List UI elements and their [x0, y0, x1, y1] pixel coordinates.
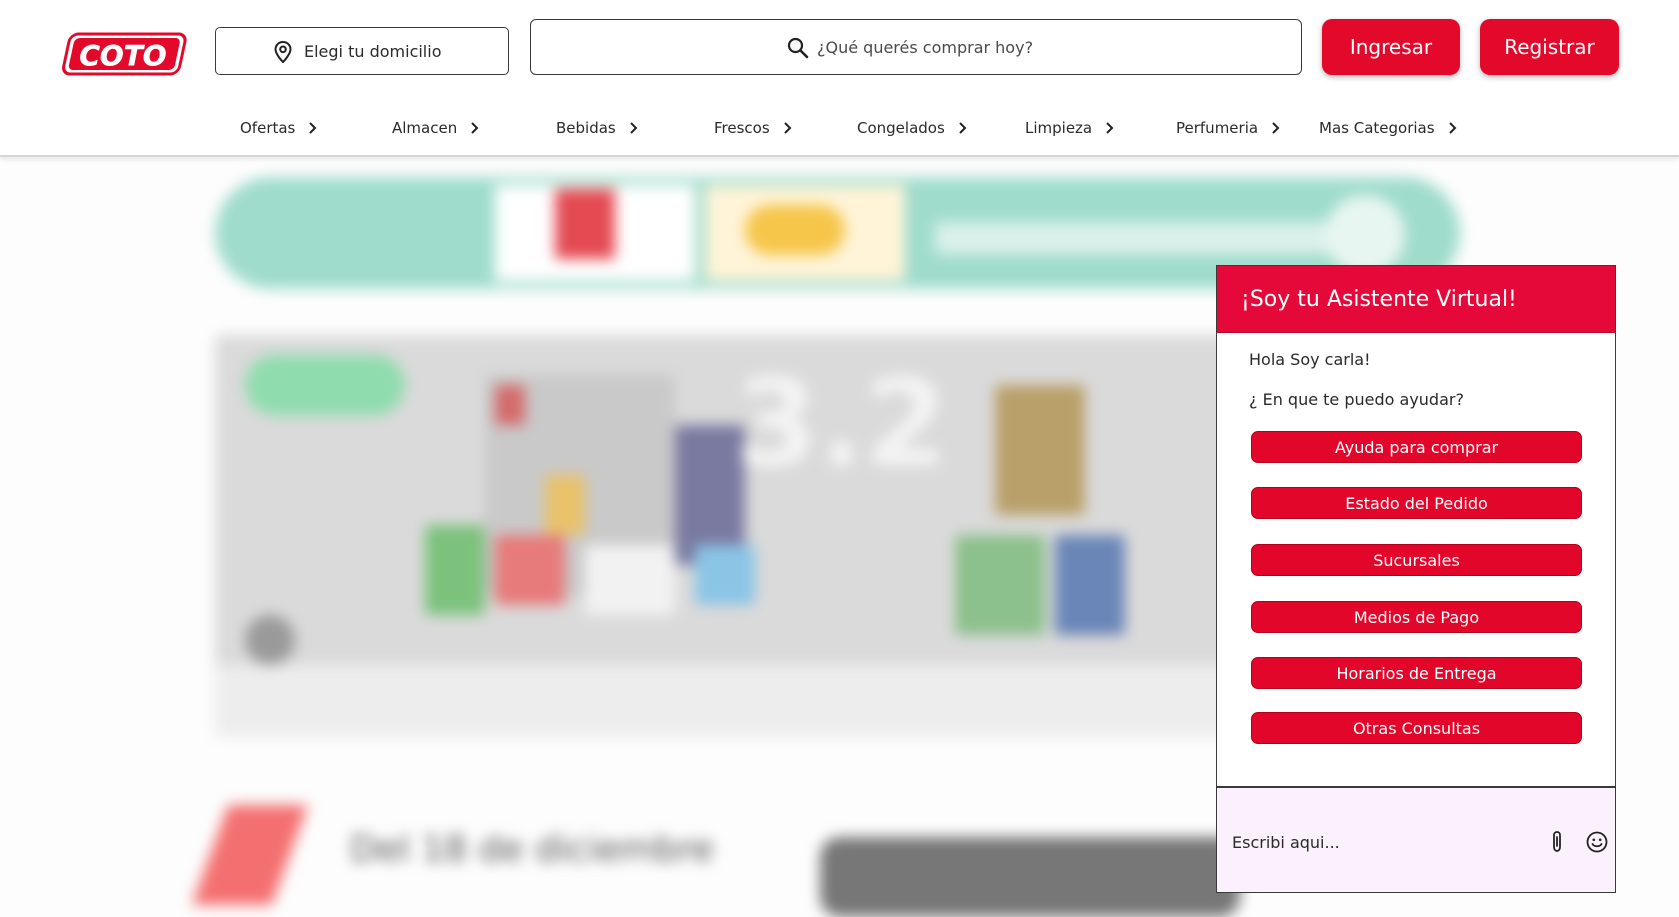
promo-arrow-icon — [1325, 195, 1405, 275]
nav-item-label: Limpieza — [1025, 119, 1093, 137]
promo-text-block — [935, 222, 1335, 254]
hero-badge — [245, 355, 405, 415]
smiley-icon[interactable] — [1586, 831, 1608, 853]
chat-input-area — [1217, 786, 1615, 892]
nav-item-mas-categorias[interactable]: Mas Categorias — [1319, 119, 1457, 137]
nav-item-frescos[interactable]: Frescos — [714, 119, 792, 137]
nav-item-congelados[interactable]: Congelados — [857, 119, 967, 137]
nav-item-label: Bebidas — [556, 119, 616, 137]
search-icon[interactable] — [787, 37, 809, 59]
virtual-assistant-chat: ¡Soy tu Asistente Virtual! Hola Soy carl… — [1216, 265, 1616, 893]
nav-item-label: Mas Categorias — [1319, 119, 1435, 137]
chevron-right-icon — [309, 122, 317, 134]
chat-header: ¡Soy tu Asistente Virtual! — [1217, 266, 1615, 333]
promo-shape — [191, 805, 309, 905]
chevron-right-icon — [630, 122, 638, 134]
chat-option-ayuda-comprar[interactable]: Ayuda para comprar — [1251, 431, 1582, 463]
category-nav: Ofertas Almacen Bebidas Frescos Congelad… — [0, 113, 1679, 149]
chevron-right-icon — [783, 122, 792, 134]
promo-image — [495, 185, 695, 281]
chat-title: ¡Soy tu Asistente Virtual! — [1241, 286, 1517, 312]
nav-item-label: Almacen — [392, 119, 458, 137]
nav-item-ofertas[interactable]: Ofertas — [240, 119, 317, 137]
nav-item-label: Congelados — [857, 119, 945, 137]
hero-carousel[interactable]: 3.2 — [215, 335, 1335, 737]
search-bar[interactable] — [530, 19, 1302, 75]
chat-option-medios-pago[interactable]: Medios de Pago — [1251, 601, 1582, 633]
nav-item-label: Perfumeria — [1176, 119, 1259, 137]
promo-card[interactable] — [820, 837, 1240, 917]
chat-message-input[interactable] — [1232, 826, 1532, 858]
location-label: Elegi tu domicilio — [304, 41, 442, 61]
chat-question: ¿ En que te puedo ayudar? — [1249, 390, 1464, 409]
coto-logo[interactable]: COTO — [59, 32, 189, 76]
hero-number: 3.2 — [735, 355, 948, 494]
chat-option-sucursales[interactable]: Sucursales — [1251, 544, 1582, 576]
svg-text:COTO: COTO — [79, 39, 166, 72]
register-button[interactable]: Registrar — [1480, 19, 1619, 75]
chevron-right-icon — [1106, 122, 1114, 134]
nav-item-label: Frescos — [714, 119, 770, 137]
nav-item-label: Ofertas — [240, 119, 296, 137]
chat-greeting: Hola Soy carla! — [1249, 350, 1371, 369]
chat-option-estado-pedido[interactable]: Estado del Pedido — [1251, 487, 1582, 519]
nav-item-bebidas[interactable]: Bebidas — [556, 119, 638, 137]
location-button[interactable]: Elegi tu domicilio — [215, 27, 509, 75]
nav-item-almacen[interactable]: Almacen — [392, 119, 479, 137]
chat-option-otras-consultas[interactable]: Otras Consultas — [1251, 712, 1582, 744]
login-button[interactable]: Ingresar — [1322, 19, 1460, 75]
promo-image — [705, 185, 905, 281]
chevron-right-icon — [471, 122, 479, 134]
nav-item-perfumeria[interactable]: Perfumeria — [1176, 119, 1280, 137]
promo-date-text: Del 18 de diciembre — [350, 829, 714, 870]
nav-item-limpieza[interactable]: Limpieza — [1025, 119, 1114, 137]
search-input[interactable] — [817, 30, 1277, 64]
hero-bottom-strip — [215, 665, 1335, 737]
site-header: COTO Elegi tu domicilio Ingresar Registr… — [0, 0, 1679, 157]
location-pin-icon — [274, 41, 292, 63]
paperclip-icon[interactable] — [1547, 830, 1567, 854]
chevron-right-icon — [1272, 122, 1280, 134]
chevron-right-icon — [1448, 122, 1456, 134]
chevron-right-icon — [959, 122, 967, 134]
chat-option-horarios-entrega[interactable]: Horarios de Entrega — [1251, 657, 1582, 689]
